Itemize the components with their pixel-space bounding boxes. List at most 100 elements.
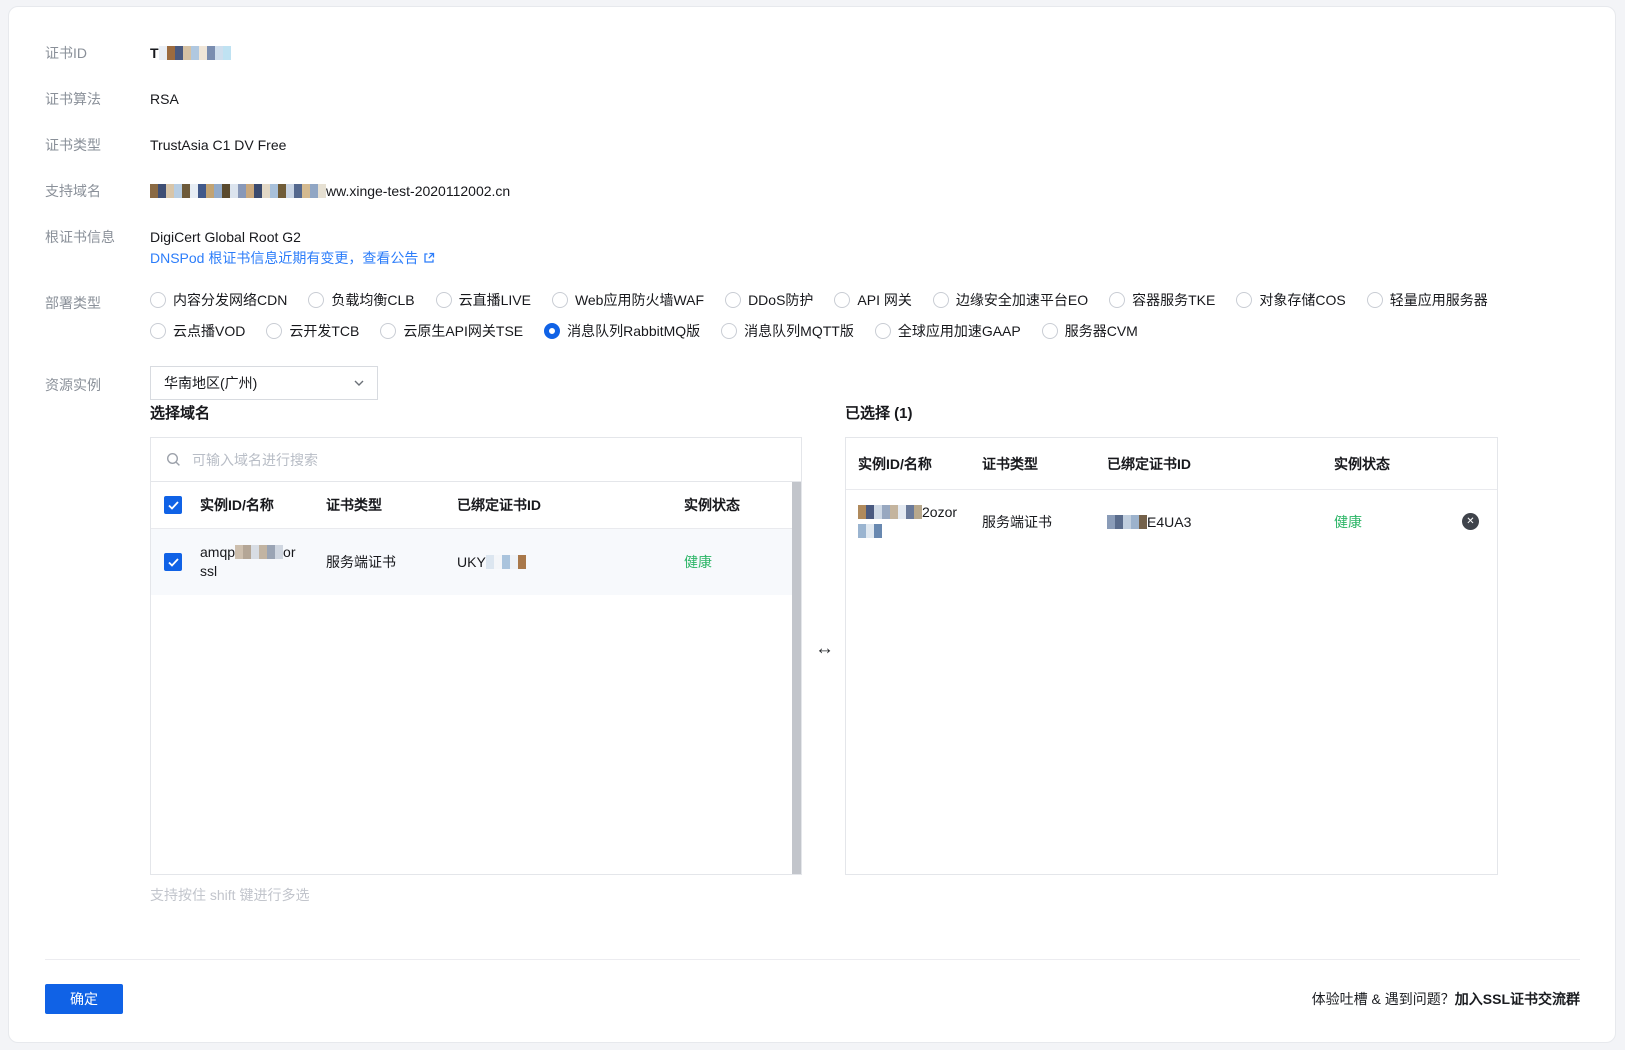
redacted-bound-id: [485, 555, 526, 569]
radio-icon: [150, 323, 166, 339]
deploy-type-options-row2: 云点播VOD 云开发TCB 云原生API网关TSE 消息队列RabbitMQ版 消息队列…: [150, 321, 1138, 341]
radio-icon: [266, 323, 283, 339]
radio-icon: [725, 292, 742, 308]
left-table-header: 实例ID/名称 证书类型 已绑定证书ID 实例状态: [151, 482, 801, 529]
deploy-option-label: API 网关: [857, 292, 912, 308]
multi-select-hint: 支持按住 shift 键进行多选: [150, 887, 310, 903]
external-link-icon: [424, 252, 435, 263]
radio-icon: [834, 292, 851, 308]
deploy-option[interactable]: 内容分发网络CDN: [150, 290, 287, 310]
cert-algorithm-value: RSA: [150, 91, 179, 107]
deploy-option-label: 对象存储COS: [1259, 292, 1346, 308]
check-icon: [167, 557, 179, 567]
deploy-option-label: 轻量应用服务器: [1389, 292, 1488, 308]
root-cert-notice-link[interactable]: DNSPod 根证书信息近期有变更，查看公告: [150, 248, 435, 268]
deploy-option[interactable]: 云开发TCB: [266, 321, 359, 341]
deploy-option[interactable]: 云直播LIVE: [435, 290, 531, 310]
cert-id-value: T: [150, 43, 231, 63]
deploy-option[interactable]: 云点播VOD: [150, 321, 245, 341]
radio-icon: [150, 292, 166, 308]
deploy-option[interactable]: Web应用防火墙WAF: [551, 290, 705, 310]
cert-type-cell: 服务端证书: [982, 514, 1052, 530]
bound-cert-id-cell: E4UA3: [1107, 514, 1334, 530]
deploy-option[interactable]: 容器服务TKE: [1109, 290, 1215, 310]
radio-icon: [380, 323, 397, 339]
status-badge: 健康: [684, 554, 712, 570]
root-cert-label: 根证书信息: [45, 229, 115, 245]
right-table-header: 实例ID/名称 证书类型 已绑定证书ID 实例状态: [846, 438, 1497, 490]
deploy-type-options-row1: 内容分发网络CDN 负载均衡CLB 云直播LIVE Web应用防火墙WAF DDoS防护…: [150, 290, 1488, 310]
redacted-instance-name-line2: [858, 524, 882, 538]
column-header: 实例ID/名称: [858, 455, 932, 472]
search-icon: [166, 452, 180, 466]
deploy-option-label: Web应用防火墙WAF: [574, 292, 705, 308]
table-row[interactable]: 2ozor 服务端证书 E4UA3 健康 ✕: [846, 490, 1497, 554]
feedback-text: 体验吐槽 & 遇到问题？加入SSL证书交流群: [1311, 991, 1580, 1007]
deploy-option[interactable]: 服务器CVM: [1041, 321, 1138, 341]
deploy-option[interactable]: 负载均衡CLB: [308, 290, 415, 310]
deploy-option-label: 服务器CVM: [1064, 323, 1138, 339]
root-cert-value: DigiCert Global Root G2: [150, 229, 301, 245]
redacted-instance-name: [235, 545, 284, 559]
deploy-option[interactable]: DDoS防护: [725, 290, 813, 310]
vertical-scrollbar[interactable]: [792, 482, 801, 874]
join-group-link[interactable]: 加入SSL证书交流群: [1455, 991, 1580, 1007]
deploy-option-label: 消息队列RabbitMQ版: [567, 323, 701, 339]
deploy-option[interactable]: API 网关: [834, 290, 912, 310]
cert-type-value: TrustAsia C1 DV Free: [150, 137, 287, 153]
instance-name: 2ozor: [858, 503, 982, 541]
radio-icon: [874, 323, 891, 339]
radio-icon: [932, 292, 949, 308]
redacted-instance-name: [858, 505, 922, 519]
region-select[interactable]: 华南地区(广州): [150, 366, 378, 400]
radio-icon: [435, 292, 452, 308]
cert-id-label: 证书ID: [45, 45, 87, 61]
domain-select-panel: 实例ID/名称 证书类型 已绑定证书ID 实例状态 amqpor ssl 服务端…: [150, 437, 802, 875]
domain-search-input[interactable]: [190, 450, 786, 469]
transfer-arrow-icon: ↔: [815, 638, 834, 659]
deploy-option[interactable]: 消息队列RabbitMQ版: [544, 321, 700, 341]
radio-icon: [308, 292, 325, 308]
check-icon: [167, 500, 179, 510]
table-row[interactable]: amqp or ssl 服务端证书 UKY 健康: [151, 529, 801, 595]
radio-icon: [1109, 292, 1126, 308]
deploy-option[interactable]: 云原生API网关TSE: [380, 321, 523, 341]
cert-type-label: 证书类型: [45, 137, 101, 153]
radio-icon: [1041, 323, 1058, 339]
selected-panel: 实例ID/名称 证书类型 已绑定证书ID 实例状态 2ozor 服务端证书 E4…: [845, 437, 1498, 875]
resource-instance-label: 资源实例: [45, 377, 101, 393]
deploy-option-label: 消息队列MQTT版: [744, 323, 854, 339]
deploy-option-label: 云直播LIVE: [458, 292, 531, 308]
instance-name: amqp or ssl: [200, 544, 296, 579]
select-all-checkbox[interactable]: [164, 496, 182, 514]
select-domain-title: 选择域名: [150, 405, 211, 422]
confirm-button[interactable]: 确定: [45, 984, 123, 1014]
column-header: 已绑定证书ID: [1107, 455, 1191, 472]
remove-selected-button[interactable]: ✕: [1462, 513, 1479, 530]
deploy-option[interactable]: 边缘安全加速平台EO: [932, 290, 1088, 310]
chevron-down-icon: [354, 380, 364, 386]
deploy-option-label: DDoS防护: [748, 292, 814, 308]
deploy-option-label: 云开发TCB: [289, 323, 360, 339]
column-header: 证书类型: [326, 497, 382, 513]
domain-search: [151, 438, 801, 482]
redacted-bound-id: [1107, 515, 1147, 529]
deploy-option[interactable]: 对象存储COS: [1236, 290, 1346, 310]
deploy-option[interactable]: 消息队列MQTT版: [721, 321, 854, 341]
column-header: 已绑定证书ID: [457, 497, 541, 513]
radio-selected-icon: [544, 323, 561, 339]
cert-type-cell: 服务端证书: [326, 554, 396, 570]
cert-algorithm-label: 证书算法: [45, 91, 101, 107]
deploy-option-label: 负载均衡CLB: [331, 292, 415, 308]
deploy-type-label: 部署类型: [45, 295, 101, 311]
column-header: 实例状态: [1334, 455, 1390, 472]
region-select-value: 华南地区(广州): [164, 375, 258, 391]
column-header: 实例状态: [684, 497, 740, 513]
radio-icon: [1236, 292, 1253, 308]
radio-icon: [551, 292, 568, 308]
deploy-option-label: 内容分发网络CDN: [173, 292, 288, 308]
deploy-option[interactable]: 轻量应用服务器: [1366, 290, 1488, 310]
bound-cert-id-cell: UKY: [457, 554, 684, 570]
row-checkbox[interactable]: [164, 553, 182, 571]
deploy-option[interactable]: 全球应用加速GAAP: [874, 321, 1021, 341]
